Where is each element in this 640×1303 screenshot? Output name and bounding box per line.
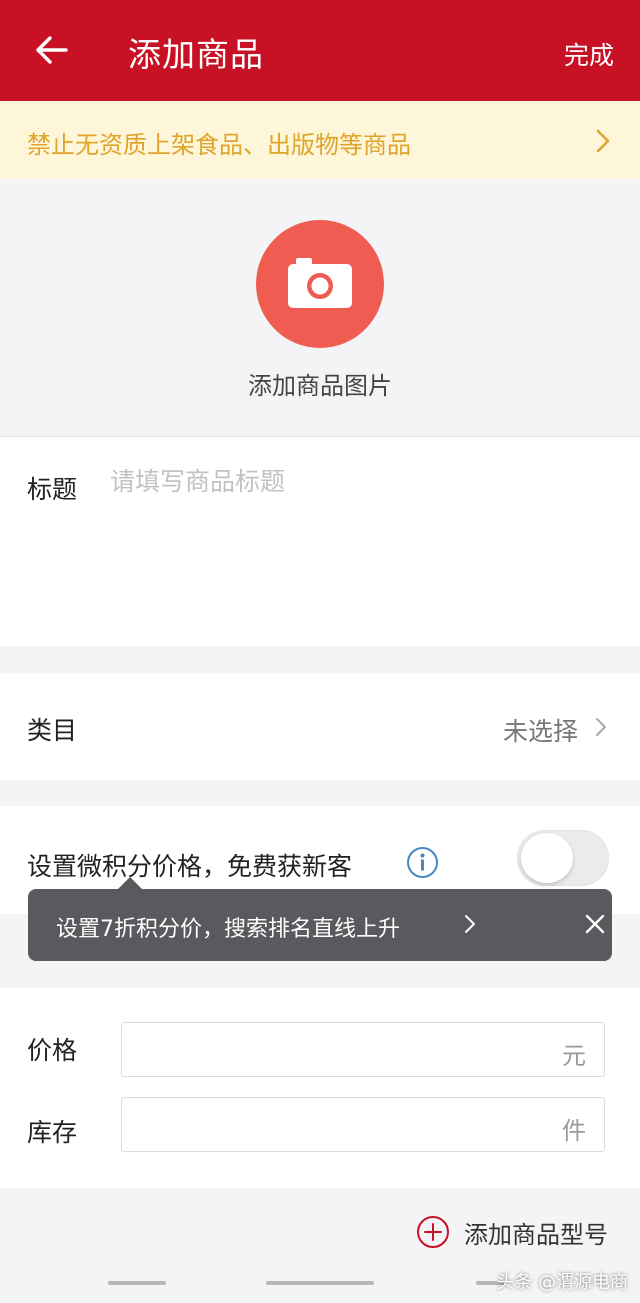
add-photo-section: 添加商品图片 [0,179,640,436]
info-icon[interactable] [406,846,439,879]
points-price-toggle[interactable] [517,830,609,886]
watermark: 头条 @渭源电商 [496,1272,628,1293]
title-label: 标题 [27,475,78,504]
close-icon[interactable] [584,913,606,935]
camera-icon [288,258,352,308]
chevron-right-icon [465,915,475,933]
price-field[interactable]: 元 [121,1022,605,1077]
title-section: 标题 [0,436,640,646]
points-tooltip[interactable]: 设置7折积分价，搜索排名直线上升 [28,877,612,961]
stock-field[interactable]: 件 [121,1097,605,1152]
toggle-knob [521,833,573,883]
category-label: 类目 [27,716,78,745]
stock-label: 库存 [27,1118,78,1147]
title-input[interactable] [110,467,610,496]
nav-home-button[interactable] [266,1281,374,1285]
price-label: 价格 [27,1036,78,1065]
category-value: 未选择 [502,717,578,746]
pricing-section: 价格 元 库存 件 [0,988,640,1188]
nav-menu-button[interactable] [108,1281,166,1285]
chevron-right-icon [596,718,606,736]
add-photo-button[interactable] [256,220,384,348]
tooltip-text: 设置7折积分价，搜索排名直线上升 [56,917,400,942]
tooltip-pointer [118,877,142,889]
add-photo-label: 添加商品图片 [248,372,392,400]
category-row[interactable]: 类目 未选择 [0,673,640,780]
add-model-label: 添加商品型号 [464,1220,608,1249]
page-title: 添加商品 [128,35,264,74]
notice-text: 禁止无资质上架食品、出版物等商品 [27,131,411,159]
chevron-right-icon [596,129,610,153]
back-arrow-icon[interactable] [32,30,72,70]
done-button[interactable]: 完成 [564,36,614,72]
price-input[interactable] [134,1035,534,1061]
top-bar: 添加商品 完成 [0,0,640,101]
stock-input[interactable] [134,1110,534,1136]
price-unit: 元 [562,1042,586,1070]
notice-banner[interactable]: 禁止无资质上架食品、出版物等商品 [0,101,640,179]
stock-unit: 件 [562,1117,586,1145]
points-price-label: 设置微积分价格，免费获新客 [27,852,353,881]
add-model-button[interactable]: 添加商品型号 [416,1212,608,1252]
add-circle-icon [417,1216,449,1248]
